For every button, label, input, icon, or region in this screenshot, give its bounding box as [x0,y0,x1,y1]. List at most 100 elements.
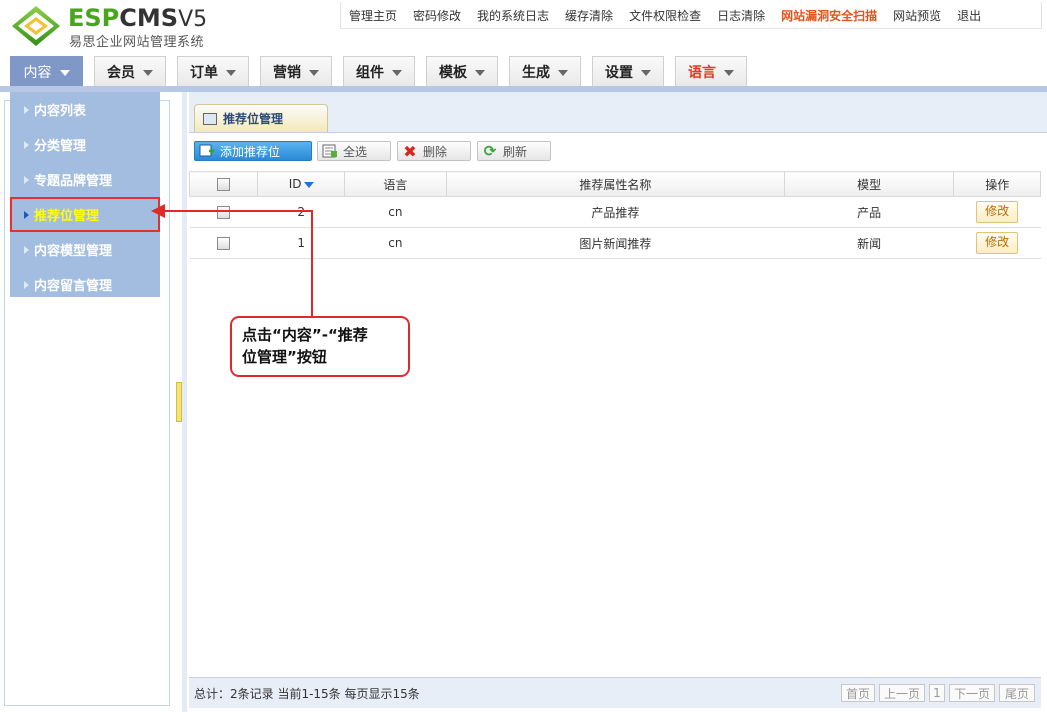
sidebar-item-content-model[interactable]: 内容模型管理 [10,232,160,267]
tab-label: 会员 [107,64,135,81]
chevron-down-icon [558,69,568,76]
triangle-right-icon [24,280,29,289]
select-all-label: 全选 [343,144,368,159]
annotation-callout: 点击“内容”-“推荐 位管理”按钮 [230,316,410,377]
tab-content[interactable]: 内容 [10,56,83,86]
row-checkbox[interactable] [217,206,231,219]
sidebar-item-topic-brand[interactable]: 专题品牌管理 [10,162,160,197]
chevron-down-icon [309,69,319,76]
logo-text: ESPCMSV5 [68,5,207,33]
annotation-line-1: 点击“内容”-“推荐 [242,326,368,344]
header-checkbox-cell [188,171,259,197]
top-link-clear-log[interactable]: 日志清除 [709,7,773,24]
header-id[interactable]: ID [257,171,345,197]
chevron-down-icon [392,69,402,76]
sidebar-item-label: 专题品牌管理 [34,174,113,189]
tab-label: 语言 [688,64,716,81]
chevron-down-icon [143,69,153,76]
sidebar-menu: 内容列表 分类管理 专题品牌管理 推荐位管理 内容模型管理 内容留言管理 [10,92,160,297]
sort-desc-icon [303,181,314,188]
chevron-down-icon [641,69,651,76]
triangle-right-icon [24,210,29,219]
next-page-button[interactable]: 下一页 [949,684,995,702]
chevron-down-icon [724,69,734,76]
edit-button[interactable]: 修改 [976,201,1019,223]
sidebar-item-label: 内容模型管理 [34,244,113,259]
table-header-row: ID 语言 推荐属性名称 模型 操作 [188,171,1041,197]
sidebar-item-category[interactable]: 分类管理 [10,127,160,162]
tab-label: 订单 [190,64,218,81]
header-id-label: ID [288,177,302,191]
window-icon [203,112,217,125]
sidebar-item-recommend-position[interactable]: 推荐位管理 [10,197,160,232]
page-number-button[interactable]: 1 [929,684,945,702]
row-language: cn [344,196,447,228]
header-model: 模型 [783,171,955,197]
table-row: 1 cn 图片新闻推荐 新闻 修改 [189,227,1041,259]
triangle-right-icon [24,140,29,149]
tab-component[interactable]: 组件 [343,56,415,86]
first-page-button[interactable]: 首页 [841,684,875,702]
panel-tab-title: 推荐位管理 [223,112,284,126]
prev-page-button[interactable]: 上一页 [879,684,925,702]
tab-label: 模板 [439,64,467,81]
top-link-preview[interactable]: 网站预览 [885,7,949,24]
row-language: cn [344,227,447,259]
chevron-down-icon [226,69,236,76]
row-name: 产品推荐 [446,196,785,228]
panel-footer: 总计：2条记录 当前1-15条 每页显示15条 首页 上一页 1 下一页 尾页 [189,677,1041,708]
chevron-down-icon [59,69,70,76]
sidebar-item-label: 分类管理 [34,139,87,154]
delete-label: 删除 [423,144,448,159]
last-page-button[interactable]: 尾页 [999,684,1035,702]
row-id: 1 [257,227,345,259]
panel-tab-strip: 推荐位管理 [189,92,1047,133]
logo-esp: ESP [68,4,120,32]
triangle-right-icon [24,175,29,184]
top-link-clear-cache[interactable]: 缓存清除 [557,7,621,24]
sidebar-collapse-handle[interactable] [176,382,182,422]
top-link-my-log[interactable]: 我的系统日志 [469,7,557,24]
top-link-password[interactable]: 密码修改 [405,7,469,24]
select-all-button[interactable]: 全选 [317,141,391,161]
sidebar-item-label: 推荐位管理 [34,209,100,224]
refresh-button[interactable]: ⟳ 刷新 [477,141,551,161]
row-id: 2 [257,196,345,228]
content-panel: 推荐位管理 添加推荐位 全选 ✖ 删除 ⟳ 刷新 ID 语言 推荐属性名称 模型… [188,92,1047,712]
delete-button[interactable]: ✖ 删除 [397,141,471,161]
edit-button[interactable]: 修改 [976,232,1019,254]
select-all-icon [322,144,338,158]
row-model: 新闻 [784,227,954,259]
row-action-cell: 修改 [953,196,1041,228]
tab-member[interactable]: 会员 [94,56,166,86]
table-row: 2 cn 产品推荐 产品 修改 [189,196,1041,228]
logo-cms: CMS [119,4,179,32]
logo-subtitle: 易思企业网站管理系统 [69,35,205,50]
add-recommend-button[interactable]: 添加推荐位 [194,141,312,161]
sidebar-item-content-list[interactable]: 内容列表 [10,92,160,127]
sidebar-item-content-message[interactable]: 内容留言管理 [10,267,160,302]
tab-label: 组件 [356,64,384,81]
tab-language[interactable]: 语言 [675,56,747,86]
row-checkbox[interactable] [217,237,231,250]
logo-icon [12,6,60,46]
top-link-security-scan[interactable]: 网站漏洞安全扫描 [773,7,885,24]
top-link-home[interactable]: 管理主页 [341,7,405,24]
pagination-summary: 总计：2条记录 当前1-15条 每页显示15条 [194,686,420,701]
tab-marketing[interactable]: 营销 [260,56,332,86]
top-link-file-permission[interactable]: 文件权限检查 [621,7,709,24]
panel-tab-recommend[interactable]: 推荐位管理 [194,104,328,132]
select-all-checkbox[interactable] [217,178,231,191]
delete-icon: ✖ [403,141,417,161]
tab-label: 内容 [23,64,52,81]
header-language: 语言 [343,171,447,197]
tab-order[interactable]: 订单 [177,56,249,86]
tab-settings[interactable]: 设置 [592,56,664,86]
splitter-track [182,92,187,712]
triangle-right-icon [24,245,29,254]
tab-generate[interactable]: 生成 [509,56,581,86]
add-recommend-label: 添加推荐位 [220,144,281,159]
tab-label: 设置 [605,64,633,81]
top-link-logout[interactable]: 退出 [949,7,989,24]
tab-template[interactable]: 模板 [426,56,498,86]
